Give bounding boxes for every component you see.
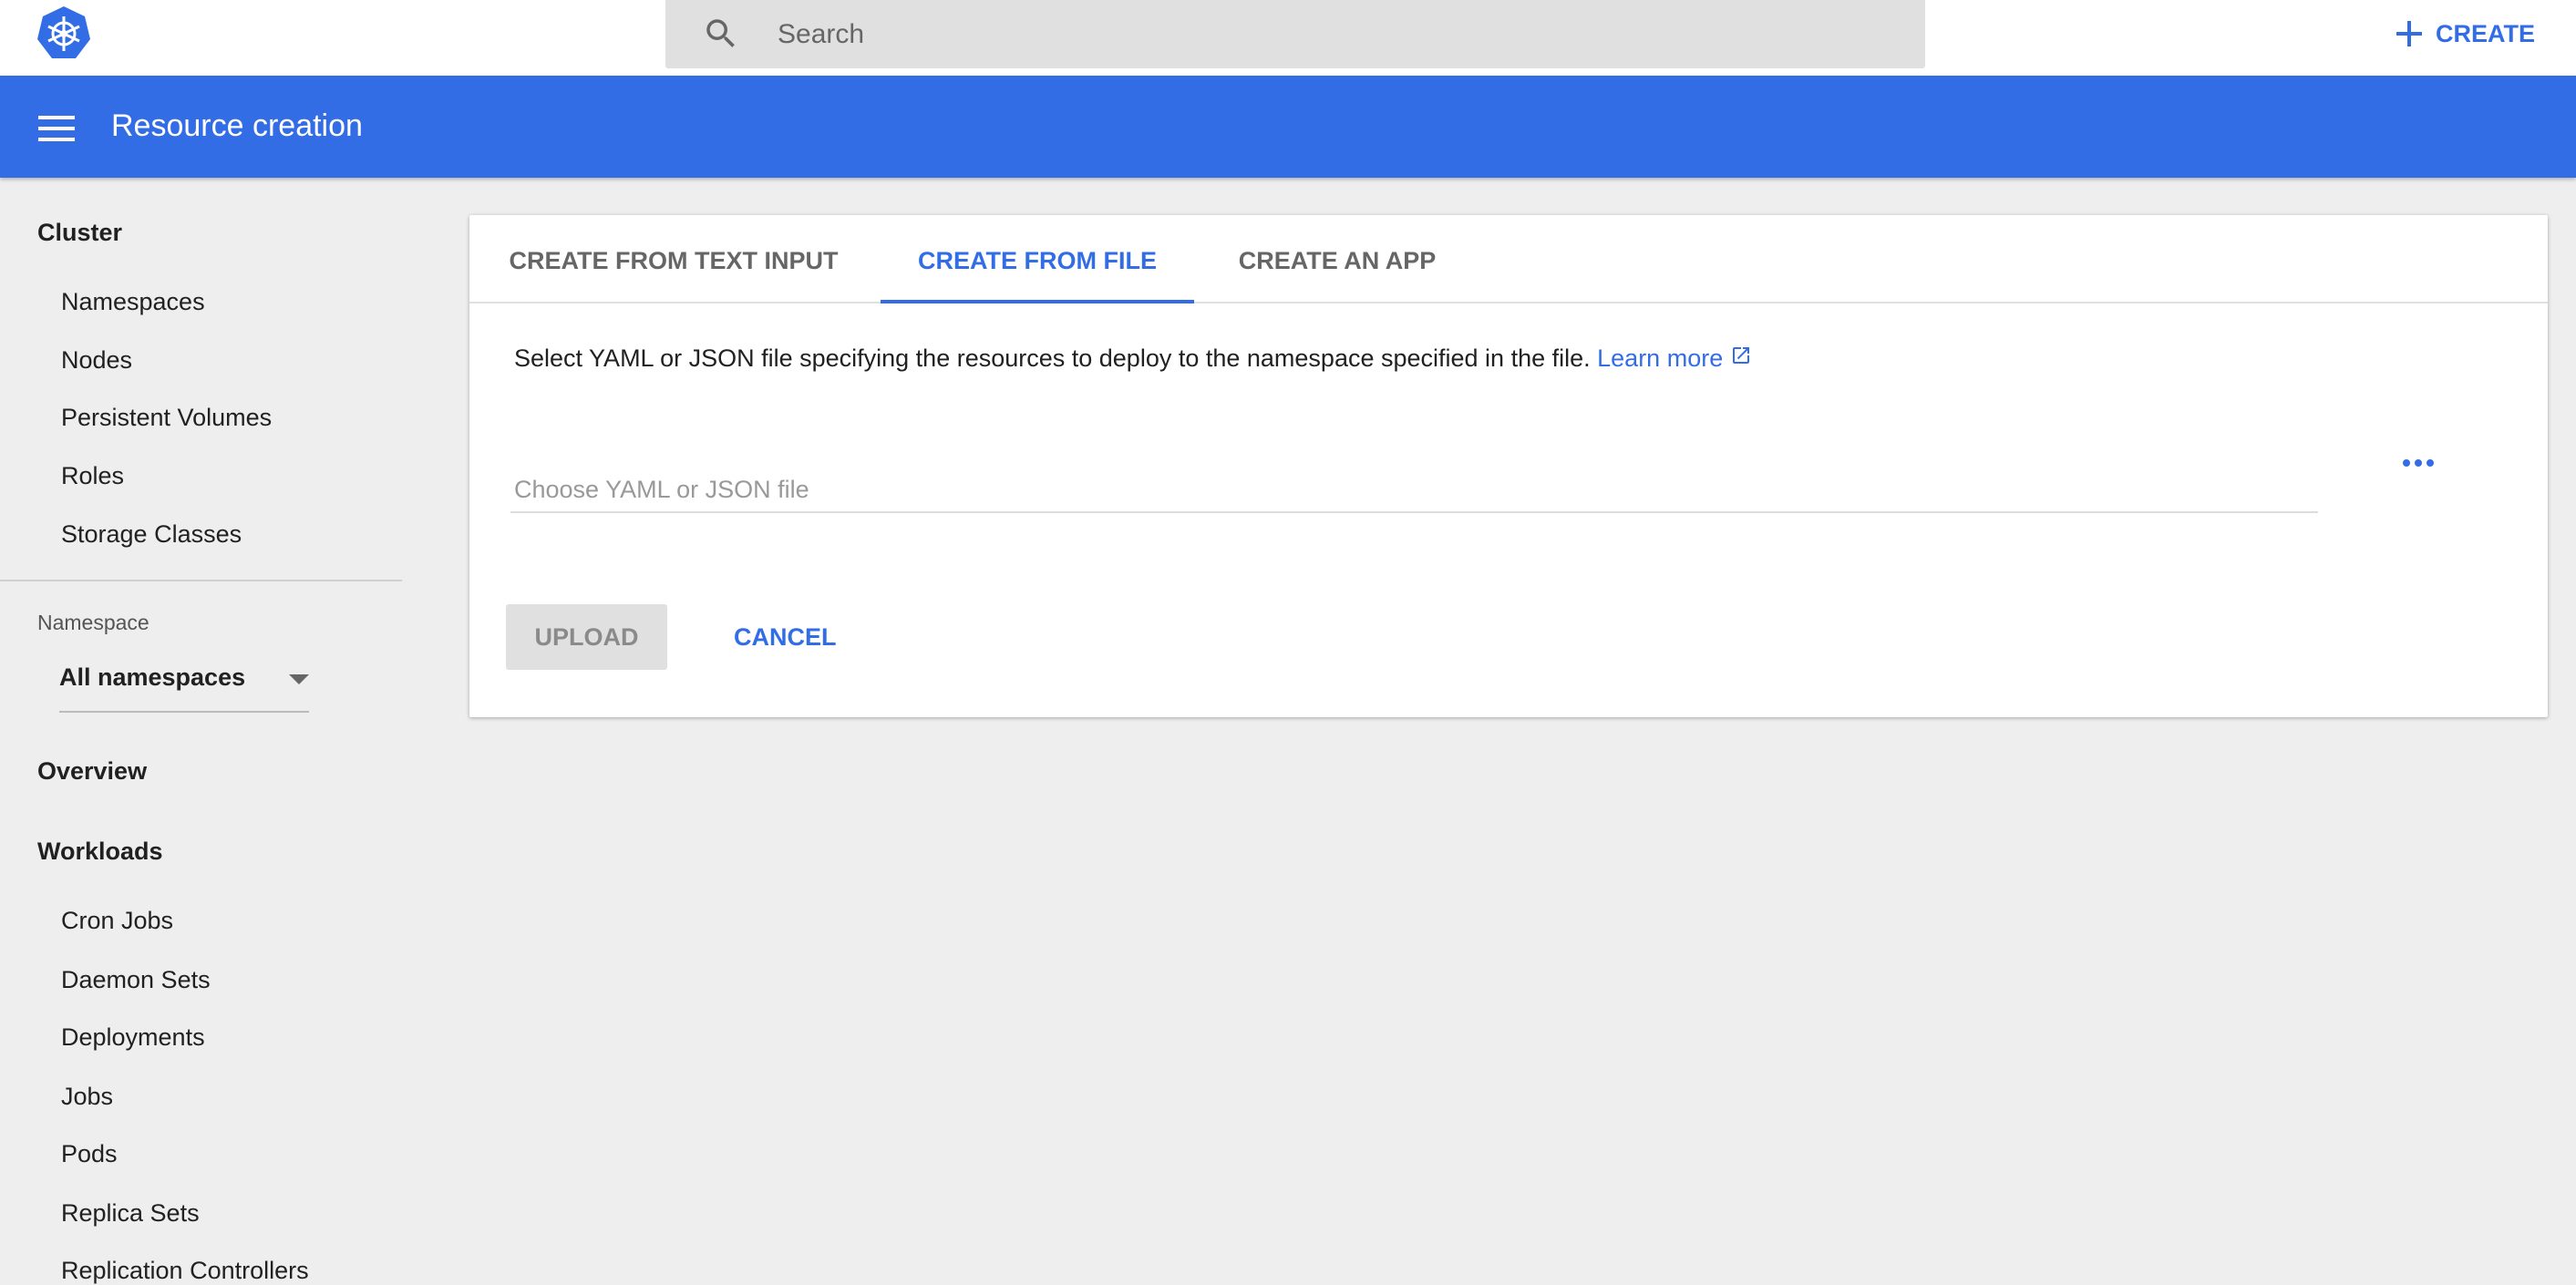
sidebar-item-storage-classes[interactable]: Storage Classes [61,520,242,549]
namespace-label: Namespace [37,611,149,634]
tab-create-from-file[interactable]: CREATE FROM FILE [881,215,1194,303]
top-bar: CREATE [0,0,2576,76]
search-icon [706,19,735,47]
sidebar-item-namespaces[interactable]: Namespaces [61,288,205,316]
create-label: CREATE [2436,19,2536,47]
dropdown-caret-icon [289,674,309,684]
title-bar: Resource creation [0,76,2576,178]
sidebar-item-nodes[interactable]: Nodes [61,346,132,375]
more-options-icon[interactable] [2403,459,2434,467]
plus-icon [2396,21,2422,46]
sidebar-heading-workloads[interactable]: Workloads [37,838,163,866]
external-link-icon [1732,347,1749,364]
upload-button[interactable]: UPLOAD [506,604,667,670]
namespace-value: All namespaces [59,663,246,691]
create-resource-card: CREATE FROM TEXT INPUT CREATE FROM FILE … [469,215,2548,717]
sidebar-item-replication-controllers[interactable]: Replication Controllers [61,1257,309,1285]
sidebar-item-cron-jobs[interactable]: Cron Jobs [61,907,173,935]
sidebar-item-jobs[interactable]: Jobs [61,1083,113,1111]
sidebar-heading-cluster[interactable]: Cluster [37,219,122,247]
namespace-select[interactable]: All namespaces [59,663,309,713]
sidebar-item-overview[interactable]: Overview [37,757,147,786]
sidebar-item-daemon-sets[interactable]: Daemon Sets [61,966,211,994]
sidebar-item-persistent-volumes[interactable]: Persistent Volumes [61,404,272,432]
tab-create-an-app[interactable]: CREATE AN APP [1228,215,1447,303]
create-button[interactable]: CREATE [2396,13,2535,55]
cancel-button[interactable]: CANCEL [734,604,837,670]
tab-bar: CREATE FROM TEXT INPUT CREATE FROM FILE … [469,215,2548,303]
sidebar-divider [0,580,402,581]
search-bar[interactable] [665,0,1925,68]
description: Select YAML or JSON file specifying the … [514,344,1752,373]
sidebar-item-pods[interactable]: Pods [61,1140,118,1168]
search-input[interactable] [778,0,1871,68]
learn-more-link[interactable]: Learn more [1597,344,1752,372]
hamburger-menu-icon[interactable] [38,116,75,141]
page-title: Resource creation [111,108,363,143]
kubernetes-logo-icon[interactable] [36,5,91,62]
file-input[interactable]: Choose YAML or JSON file [510,470,2318,513]
description-text: Select YAML or JSON file specifying the … [514,344,1591,372]
sidebar-item-roles[interactable]: Roles [61,462,124,490]
sidebar-item-replica-sets[interactable]: Replica Sets [61,1199,200,1228]
tab-create-from-text-input[interactable]: CREATE FROM TEXT INPUT [500,215,847,303]
sidebar-item-deployments[interactable]: Deployments [61,1023,205,1052]
